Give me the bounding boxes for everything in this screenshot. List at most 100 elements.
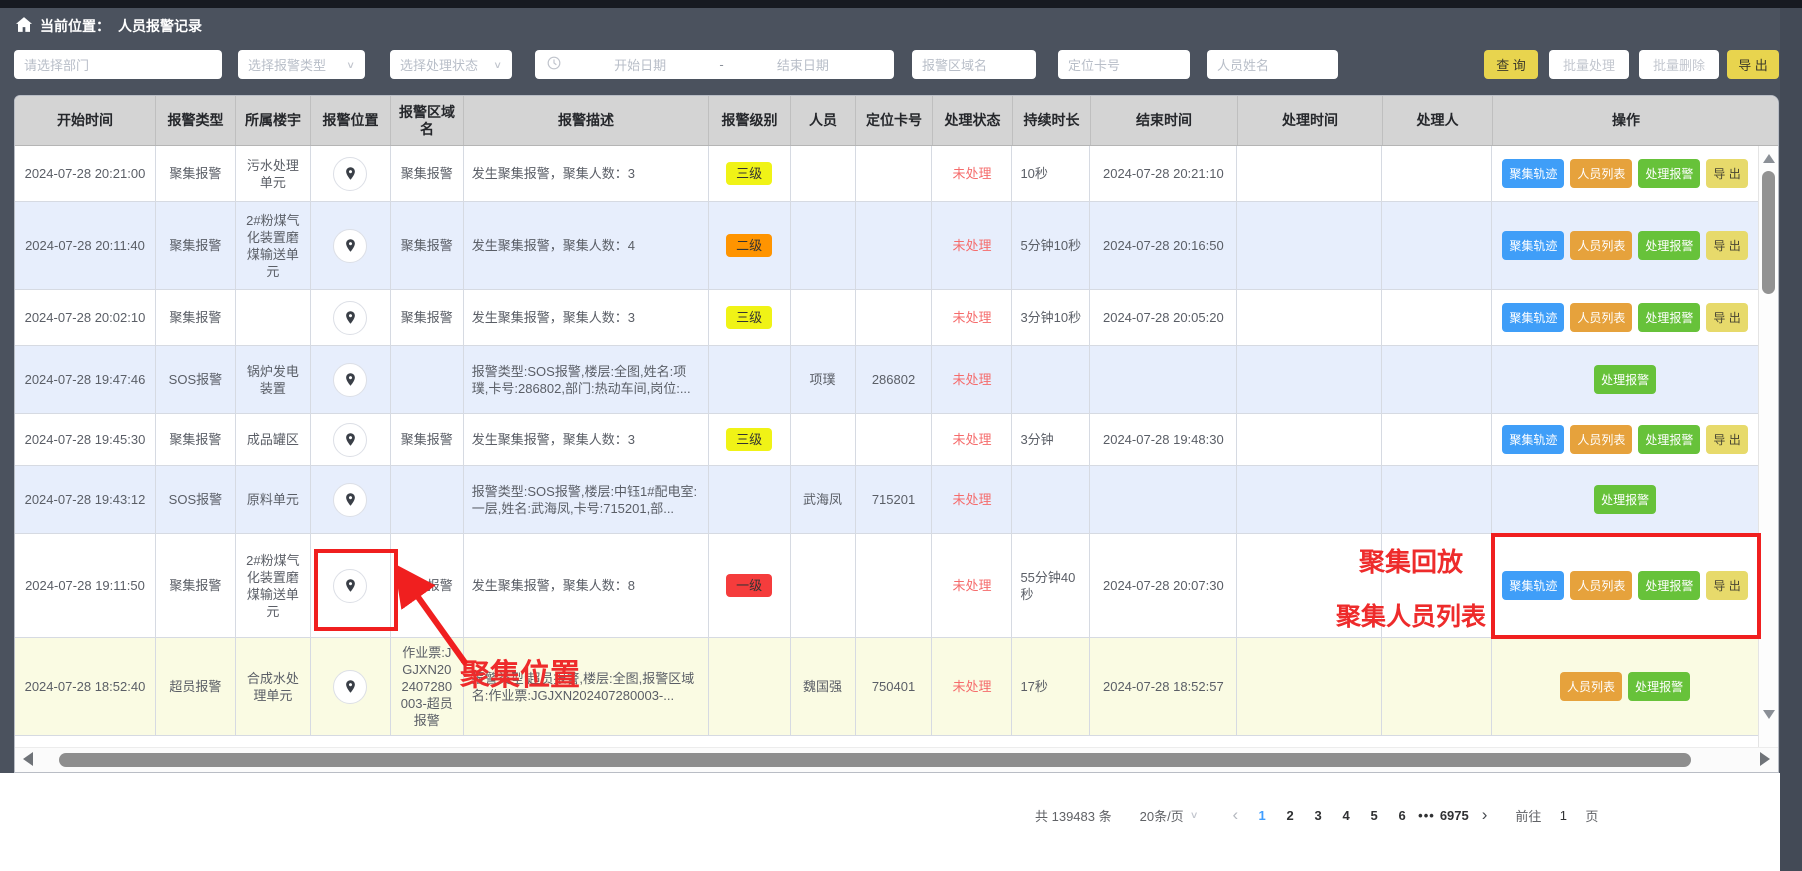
action-handle-button[interactable]: 处理报警: [1594, 485, 1656, 514]
page-number-6[interactable]: 6: [1388, 808, 1416, 823]
building-cell: 原料单元: [236, 466, 311, 533]
area-cell: [391, 466, 464, 533]
page-number-5[interactable]: 5: [1360, 808, 1388, 823]
action-export-button[interactable]: 导 出: [1706, 159, 1747, 188]
action-handle-button[interactable]: 处理报警: [1638, 425, 1700, 454]
scroll-right-icon[interactable]: [1760, 752, 1770, 766]
location-pin-icon[interactable]: [333, 483, 367, 517]
person-cell: [791, 414, 856, 465]
page-number-1[interactable]: 1: [1248, 808, 1276, 823]
page-number-last[interactable]: 6975: [1437, 808, 1472, 823]
action-export-button[interactable]: 导 出: [1706, 425, 1747, 454]
action-track-button[interactable]: 聚集轨迹: [1502, 231, 1564, 260]
location-pin-icon[interactable]: [333, 229, 367, 263]
page-number-3[interactable]: 3: [1304, 808, 1332, 823]
prev-page-button[interactable]: ‹: [1232, 805, 1238, 825]
action-list-button[interactable]: 人员列表: [1570, 231, 1632, 260]
goto-page-input[interactable]: 1: [1551, 808, 1575, 823]
end-time-cell: 2024-07-28 20:16:50: [1090, 202, 1237, 289]
action-handle-button[interactable]: 处理报警: [1638, 231, 1700, 260]
card-no-cell: 715201: [856, 466, 933, 533]
column-header: 报警类型: [156, 96, 236, 145]
handler-cell: [1382, 638, 1492, 735]
handle-status-cell: 未处理: [932, 146, 1012, 201]
location-pin-icon[interactable]: [333, 670, 367, 704]
alarm-type-select[interactable]: 选择报警类型 ∨: [238, 50, 365, 79]
location-pin-icon[interactable]: [333, 301, 367, 335]
page-right-gutter: [1780, 8, 1802, 871]
location-pin-icon[interactable]: [333, 363, 367, 397]
alarm-location-cell: [311, 202, 391, 289]
scroll-down-icon[interactable]: [1763, 710, 1775, 719]
action-track-button[interactable]: 聚集轨迹: [1502, 159, 1564, 188]
action-export-button[interactable]: 导 出: [1706, 303, 1747, 332]
scroll-up-icon[interactable]: [1763, 154, 1775, 163]
alarm-records-table: 开始时间报警类型所属楼宇报警位置报警区域名报警描述报警级别人员定位卡号处理状态持…: [14, 95, 1779, 773]
start-time-cell: 2024-07-28 19:45:30: [15, 414, 156, 465]
date-range-picker[interactable]: 开始日期 - 结束日期: [535, 50, 894, 79]
column-header: 报警位置: [311, 96, 391, 145]
duration-cell: 10秒: [1012, 146, 1090, 201]
end-time-cell: 2024-07-28 20:05:20: [1090, 290, 1237, 345]
query-button[interactable]: 查 询: [1484, 50, 1538, 79]
handle-time-cell: [1237, 146, 1382, 201]
location-pin-icon[interactable]: [333, 423, 367, 457]
more-pages-icon[interactable]: •••: [1418, 808, 1435, 823]
scroll-left-icon[interactable]: [23, 752, 33, 766]
page-size-select[interactable]: 20条/页 ∨: [1140, 806, 1199, 825]
area-cell: 聚集报警: [391, 202, 464, 289]
handle-status-select[interactable]: 选择处理状态 ∨: [390, 50, 512, 79]
alarm-level-cell: [709, 638, 791, 735]
status-text: 未处理: [952, 678, 991, 695]
person-cell: 武海凤: [791, 466, 856, 533]
export-button[interactable]: 导 出: [1727, 50, 1779, 79]
end-time-cell: 2024-07-28 19:48:30: [1090, 414, 1237, 465]
description-cell: 发生聚集报警，聚集人数：8: [464, 534, 709, 637]
card-no-cell: 750401: [856, 638, 933, 735]
column-header: 报警级别: [709, 96, 791, 145]
horizontal-scrollbar-thumb[interactable]: [59, 753, 1691, 767]
column-header: 报警区域名: [391, 96, 464, 145]
column-header: 报警描述: [464, 96, 709, 145]
action-handle-button[interactable]: 处理报警: [1638, 159, 1700, 188]
action-list-button[interactable]: 人员列表: [1570, 159, 1632, 188]
alarm-level-cell: 三级: [709, 146, 791, 201]
start-time-cell: 2024-07-28 20:02:10: [15, 290, 156, 345]
location-pin-icon[interactable]: [333, 157, 367, 191]
action-track-button[interactable]: 聚集轨迹: [1502, 303, 1564, 332]
page-number-4[interactable]: 4: [1332, 808, 1360, 823]
table-row: 2024-07-28 19:43:12SOS报警原料单元报警类型:SOS报警,楼…: [15, 466, 1758, 534]
status-text: 未处理: [952, 431, 991, 448]
person-name-input[interactable]: 人员姓名: [1207, 50, 1338, 79]
horizontal-scrollbar[interactable]: [15, 747, 1778, 772]
action-track-button[interactable]: 聚集轨迹: [1502, 425, 1564, 454]
building-cell: 2#粉煤气化装置磨煤输送单元: [236, 534, 311, 637]
handle-status-cell: 未处理: [932, 638, 1012, 735]
action-list-button[interactable]: 人员列表: [1560, 672, 1622, 701]
handle-status-cell: 未处理: [932, 466, 1012, 533]
action-handle-button[interactable]: 处理报警: [1628, 672, 1690, 701]
handle-time-cell: [1237, 638, 1382, 735]
action-list-button[interactable]: 人员列表: [1570, 303, 1632, 332]
chevron-down-icon: ∨: [1190, 809, 1199, 820]
area-name-input[interactable]: 报警区域名: [912, 50, 1036, 79]
action-list-button[interactable]: 人员列表: [1570, 425, 1632, 454]
page-number-list: 123456: [1248, 808, 1416, 823]
row-actions-cell: 聚集轨迹人员列表处理报警导 出: [1492, 414, 1758, 465]
status-text: 未处理: [952, 577, 991, 594]
next-page-button[interactable]: ›: [1482, 805, 1488, 825]
action-export-button[interactable]: 导 出: [1706, 231, 1747, 260]
vertical-scrollbar-thumb[interactable]: [1762, 171, 1775, 294]
action-handle-button[interactable]: 处理报警: [1594, 365, 1656, 394]
department-select[interactable]: 请选择部门: [14, 50, 222, 79]
level-badge: 三级: [726, 428, 772, 451]
vertical-scrollbar[interactable]: [1758, 146, 1778, 749]
card-no-input[interactable]: 定位卡号: [1058, 50, 1190, 79]
column-header: 定位卡号: [856, 96, 933, 145]
action-handle-button[interactable]: 处理报警: [1638, 303, 1700, 332]
breadcrumb: 当前位置： 人员报警记录: [16, 16, 202, 36]
row-actions-cell: 处理报警: [1492, 346, 1758, 413]
page-number-2[interactable]: 2: [1276, 808, 1304, 823]
batch-handle-button[interactable]: 批量处理: [1549, 50, 1629, 79]
batch-delete-button[interactable]: 批量删除: [1639, 50, 1719, 79]
